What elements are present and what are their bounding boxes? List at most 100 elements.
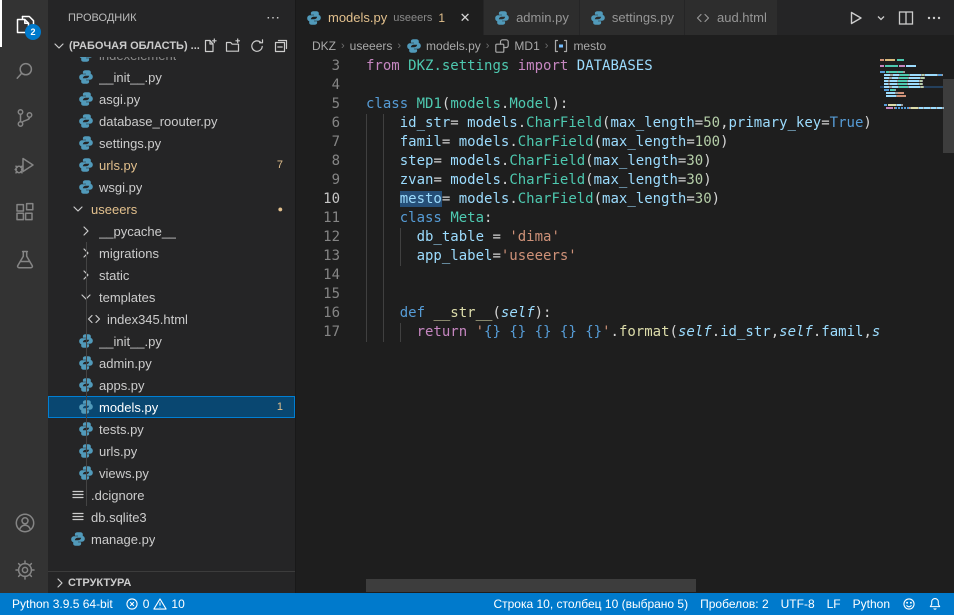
tree-item-urls-py[interactable]: urls.py7 xyxy=(48,154,295,176)
tree-item-asgi-py[interactable]: asgi.py xyxy=(48,88,295,110)
line-number[interactable]: 13 xyxy=(296,247,366,266)
line-number[interactable]: 15 xyxy=(296,285,366,304)
tree-item-label: database_roouter.py xyxy=(99,114,218,129)
minimap-line xyxy=(880,92,943,94)
status-cursor-position[interactable]: Строка 10, столбец 10 (выбрано 5) xyxy=(487,593,694,615)
line-number[interactable]: 10 xyxy=(296,190,366,209)
activitybar-manage[interactable] xyxy=(0,546,48,593)
breadcrumb-useeers[interactable]: useeers xyxy=(350,39,393,53)
breadcrumb-dkz[interactable]: DKZ xyxy=(312,39,336,53)
tree-item-manage-py[interactable]: manage.py xyxy=(48,528,295,550)
status-language-mode[interactable]: Python xyxy=(847,593,896,615)
minimap[interactable] xyxy=(880,59,943,110)
activitybar-testing[interactable] xyxy=(0,235,48,282)
split-editor-button[interactable] xyxy=(894,6,918,30)
more-actions-button[interactable] xyxy=(922,6,946,30)
breadcrumb-models-py[interactable]: models.py xyxy=(406,38,481,54)
code-token: db_table xyxy=(417,229,484,245)
warning-icon xyxy=(153,597,167,611)
status-bar-right: Строка 10, столбец 10 (выбрано 5)Пробело… xyxy=(487,593,948,615)
tree-item-pycache[interactable]: __pycache__ xyxy=(48,220,295,242)
run-dropdown-button[interactable] xyxy=(872,9,890,27)
code-token xyxy=(366,324,417,340)
line-number[interactable]: 16 xyxy=(296,304,366,323)
activitybar-search[interactable] xyxy=(0,47,48,94)
tab-models-py[interactable]: models.pyuseeers1✕ xyxy=(296,0,483,35)
tab-admin-py[interactable]: admin.py xyxy=(484,0,579,35)
code-token: def xyxy=(400,305,425,321)
tab-label: aud.html xyxy=(717,10,767,25)
symbol-field-icon xyxy=(553,38,569,54)
tree-item-database-roouter-py[interactable]: database_roouter.py xyxy=(48,110,295,132)
activitybar-accounts[interactable] xyxy=(0,499,48,546)
code-token: CharField xyxy=(509,172,585,188)
indent-guide xyxy=(366,152,367,171)
explorer-more-actions-icon[interactable]: ⋯ xyxy=(266,9,281,26)
activitybar-extensions[interactable] xyxy=(0,188,48,235)
minimap-line xyxy=(880,71,943,73)
code-token: max_length xyxy=(602,134,686,150)
code-line-content: db_table = 'dima' xyxy=(366,228,880,247)
line-number[interactable]: 7 xyxy=(296,133,366,152)
run-python-file-button[interactable] xyxy=(842,5,868,31)
line-number[interactable]: 12 xyxy=(296,228,366,247)
code-line-5: 5class MD1(models.Model): xyxy=(296,95,954,114)
status-notifications[interactable] xyxy=(922,593,948,615)
tree-item-label: .dcignore xyxy=(91,488,144,503)
tree-item-settings-py[interactable]: settings.py xyxy=(48,132,295,154)
code-token: ): xyxy=(552,96,569,112)
line-number[interactable]: 8 xyxy=(296,152,366,171)
code-line-9: 9 zvan= models.CharField(max_length=30) xyxy=(296,171,954,190)
tree-item-init-py[interactable]: __init__.py xyxy=(48,66,295,88)
code-token: {} xyxy=(585,324,602,340)
tree-item-db-sqlite3[interactable]: db.sqlite3 xyxy=(48,506,295,528)
code-token: = xyxy=(450,115,467,131)
workspace-section-header[interactable]: (РАБОЧАЯ ОБЛАСТЬ) ... xyxy=(48,35,295,57)
vertical-scrollbar[interactable] xyxy=(943,79,954,153)
code-editor[interactable]: 3from DKZ.settings import DATABASES45cla… xyxy=(296,57,954,593)
activitybar-run-and-debug[interactable] xyxy=(0,141,48,188)
status-eol[interactable]: LF xyxy=(821,593,847,615)
tab-aud-html[interactable]: aud.html xyxy=(685,0,777,35)
new-folder-icon[interactable] xyxy=(225,38,241,54)
ellipsis-icon xyxy=(925,9,943,27)
tree-item-label: models.py xyxy=(99,400,158,415)
horizontal-scrollbar[interactable] xyxy=(366,579,696,592)
code-token: models xyxy=(459,191,510,207)
line-number[interactable]: 11 xyxy=(296,209,366,228)
tab-settings-py[interactable]: settings.py xyxy=(580,0,684,35)
status-python-interpreter[interactable]: Python 3.9.5 64-bit xyxy=(6,593,119,615)
new-file-icon[interactable] xyxy=(201,38,217,54)
tabs: models.pyuseeers1✕admin.pysettings.py aud… xyxy=(296,0,778,35)
code-token: ( xyxy=(585,172,593,188)
line-number[interactable]: 4 xyxy=(296,76,366,95)
code-token: . xyxy=(509,191,517,207)
code-token xyxy=(568,58,576,74)
activitybar-explorer[interactable]: 2 xyxy=(0,0,48,47)
tree-item-wsgi-py[interactable]: wsgi.py xyxy=(48,176,295,198)
status-indentation[interactable]: Пробелов: 2 xyxy=(694,593,775,615)
tree-item-useeers[interactable]: useeers● xyxy=(48,198,295,220)
breadcrumb-mesto[interactable]: mesto xyxy=(553,38,606,54)
code-line-4: 4 xyxy=(296,76,954,95)
breadcrumb-label: useeers xyxy=(350,39,393,53)
line-number[interactable]: 9 xyxy=(296,171,366,190)
refresh-icon[interactable] xyxy=(249,38,265,54)
line-number[interactable]: 3 xyxy=(296,57,366,76)
code-token: step xyxy=(400,153,434,169)
status-encoding[interactable]: UTF-8 xyxy=(775,593,821,615)
line-number[interactable]: 14 xyxy=(296,266,366,285)
line-number[interactable]: 17 xyxy=(296,323,366,342)
line-number[interactable]: 5 xyxy=(296,95,366,114)
line-number[interactable]: 6 xyxy=(296,114,366,133)
status-feedback[interactable] xyxy=(896,593,922,615)
collapse-all-icon[interactable] xyxy=(273,38,289,54)
outline-section-header[interactable]: СТРУКТУРА xyxy=(48,571,295,593)
close-icon[interactable]: ✕ xyxy=(457,10,473,26)
breadcrumb-md1[interactable]: MD1 xyxy=(494,38,539,54)
tree-item-indexelement[interactable]: indexelement xyxy=(48,57,295,66)
minimap-line xyxy=(880,77,943,79)
activitybar-source-control[interactable] xyxy=(0,94,48,141)
minimap-line xyxy=(880,65,943,67)
status-problems[interactable]: 010 xyxy=(119,593,191,615)
